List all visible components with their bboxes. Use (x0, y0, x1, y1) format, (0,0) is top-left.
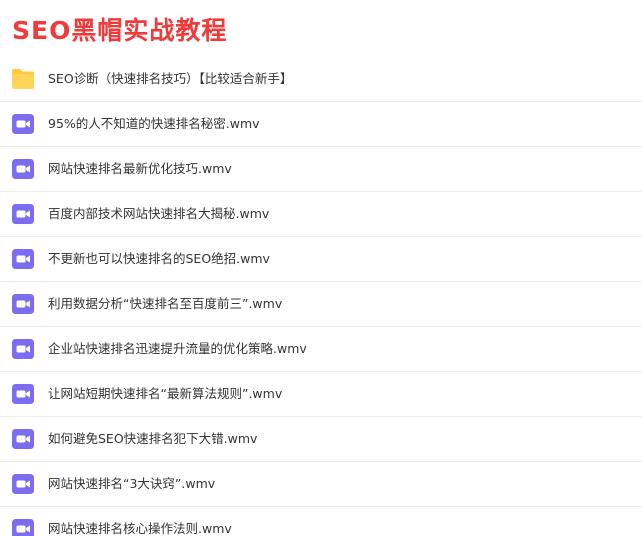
video-file-icon (12, 204, 34, 224)
list-item-label: 网站快速排名核心操作法则.wmv (48, 521, 232, 536)
video-file-icon (12, 339, 34, 359)
list-item-video[interactable]: 利用数据分析“快速排名至百度前三”.wmv (0, 282, 642, 327)
list-item-video[interactable]: 网站快速排名核心操作法则.wmv (0, 507, 642, 536)
list-item-label: 网站快速排名“3大诀窍”.wmv (48, 476, 216, 491)
video-file-icon (12, 474, 34, 494)
list-item-video[interactable]: 95%的人不知道的快速排名秘密.wmv (0, 102, 642, 147)
list-item-video[interactable]: 企业站快速排名迅速提升流量的优化策略.wmv (0, 327, 642, 372)
list-item-folder[interactable]: SEO诊断（快速排名技巧）【比较适合新手】 (0, 57, 642, 102)
list-item-label: 企业站快速排名迅速提升流量的优化策略.wmv (48, 341, 307, 356)
video-file-icon (12, 294, 34, 314)
list-item-label: 百度内部技术网站快速排名大揭秘.wmv (48, 206, 270, 221)
list-item-video[interactable]: 网站快速排名“3大诀窍”.wmv (0, 462, 642, 507)
file-list-page: SEO黑帽实战教程 SEO诊断（快速排名技巧）【比较适合新手】 95%的人不知道… (0, 0, 642, 536)
page-title: SEO黑帽实战教程 (12, 16, 228, 45)
list-item-video[interactable]: 网站快速排名最新优化技巧.wmv (0, 147, 642, 192)
list-item-label: 不更新也可以快速排名的SEO绝招.wmv (48, 251, 270, 266)
video-file-icon (12, 114, 34, 134)
video-file-icon (12, 384, 34, 404)
list-item-label: SEO诊断（快速排名技巧）【比较适合新手】 (48, 71, 293, 86)
video-file-icon (12, 159, 34, 179)
video-file-icon (12, 429, 34, 449)
list-item-label: 95%的人不知道的快速排名秘密.wmv (48, 116, 260, 131)
file-list: SEO诊断（快速排名技巧）【比较适合新手】 95%的人不知道的快速排名秘密.wm… (0, 57, 642, 536)
list-item-label: 如何避免SEO快速排名犯下大错.wmv (48, 431, 258, 446)
list-item-video[interactable]: 让网站短期快速排名“最新算法规则”.wmv (0, 372, 642, 417)
list-item-video[interactable]: 百度内部技术网站快速排名大揭秘.wmv (0, 192, 642, 237)
video-file-icon (12, 249, 34, 269)
list-item-video[interactable]: 不更新也可以快速排名的SEO绝招.wmv (0, 237, 642, 282)
list-item-video[interactable]: 如何避免SEO快速排名犯下大错.wmv (0, 417, 642, 462)
video-file-icon (12, 519, 34, 536)
list-item-label: 网站快速排名最新优化技巧.wmv (48, 161, 232, 176)
list-item-label: 利用数据分析“快速排名至百度前三”.wmv (48, 296, 283, 311)
folder-icon (12, 69, 34, 89)
list-item-label: 让网站短期快速排名“最新算法规则”.wmv (48, 386, 283, 401)
